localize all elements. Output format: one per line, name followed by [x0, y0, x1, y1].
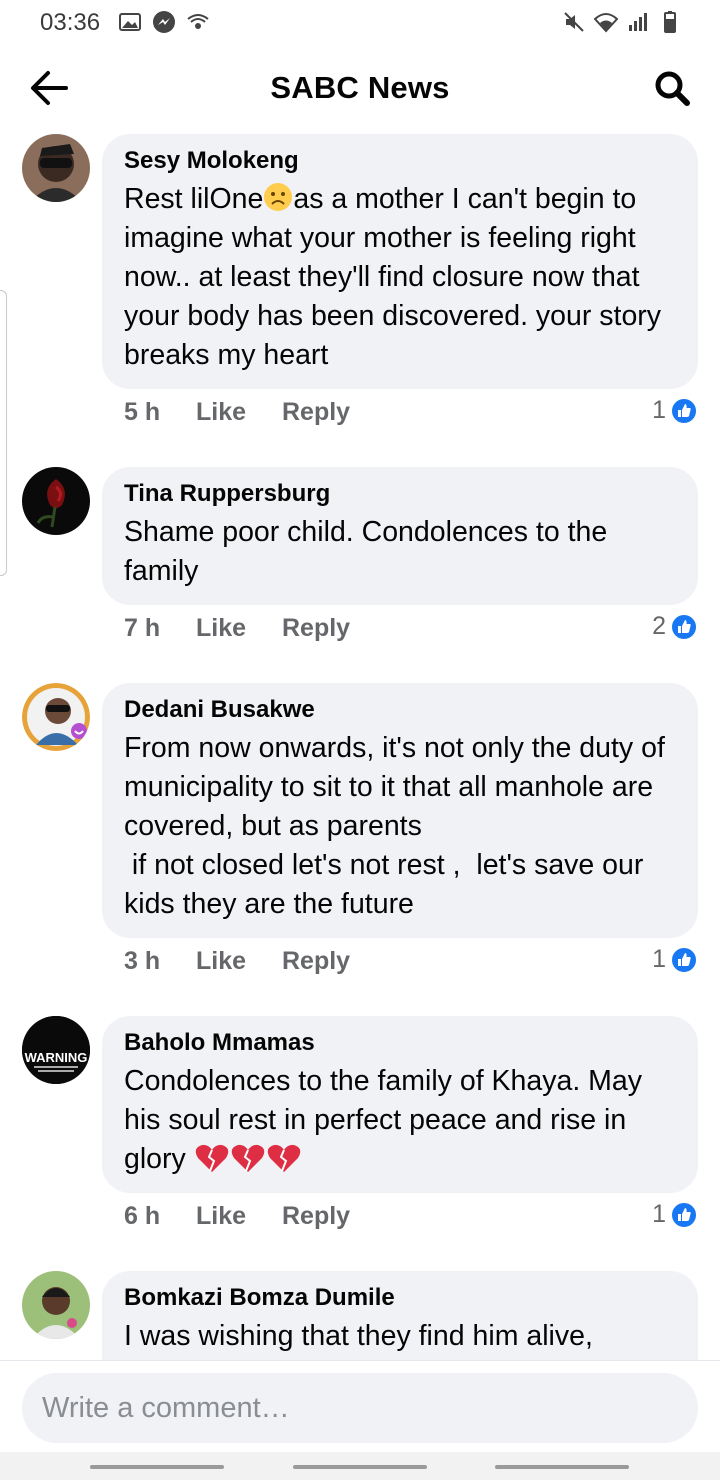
broken-heart-icon — [231, 1144, 264, 1172]
avatar[interactable] — [22, 683, 90, 751]
reaction-count: 1 — [652, 1200, 666, 1228]
comment-input[interactable] — [22, 1373, 698, 1443]
reply-button[interactable]: Reply — [282, 614, 350, 643]
nav-home[interactable] — [293, 1465, 427, 1469]
reaction-summary[interactable]: 1 — [652, 945, 698, 974]
thumbs-up-icon — [670, 1200, 698, 1229]
like-button[interactable]: Like — [196, 398, 282, 427]
wifi-calling-icon — [187, 14, 209, 29]
thumbs-up-icon — [670, 612, 698, 641]
like-button[interactable]: Like — [196, 614, 282, 643]
avatar[interactable] — [22, 134, 90, 202]
comment-actions: 6 h Like Reply — [124, 1202, 350, 1231]
reaction-summary[interactable]: 1 — [652, 1200, 698, 1229]
messenger-icon — [153, 11, 175, 33]
broken-heart-icon — [267, 1144, 300, 1172]
app-header: SABC News — [0, 56, 720, 120]
comment-author[interactable]: Tina Ruppersburg — [124, 481, 678, 507]
mute-icon — [564, 12, 584, 32]
reply-button[interactable]: Reply — [282, 1202, 350, 1231]
comment-bubble[interactable]: Baholo Mmamas Condolences to the family … — [102, 1016, 698, 1193]
comment-actions: 5 h Like Reply — [124, 398, 350, 427]
gallery-icon — [119, 13, 141, 31]
avatar[interactable] — [22, 467, 90, 535]
like-button[interactable]: Like — [196, 947, 282, 976]
sad-face-emoji-icon — [264, 183, 293, 211]
comment-composer — [0, 1360, 720, 1452]
comment-bubble[interactable]: Dedani Busakwe From now onwards, it's no… — [102, 683, 698, 938]
system-nav-bar — [0, 1452, 720, 1480]
comment-actions: 7 h Like Reply — [124, 614, 350, 643]
comment-bubble[interactable]: Bomkazi Bomza Dumile I was wishing that … — [102, 1271, 698, 1360]
page-title: SABC News — [270, 70, 450, 105]
thumbs-up-icon — [670, 945, 698, 974]
reaction-summary[interactable]: 1 — [652, 396, 698, 425]
reaction-count: 1 — [652, 945, 666, 973]
comment-text: Condolences to the family of Khaya. May … — [124, 1065, 650, 1175]
comment-text: From now onwards, it's not only the duty… — [124, 732, 665, 920]
comment-item: Bomkazi Bomza Dumile I was wishing that … — [0, 1271, 720, 1360]
reaction-count: 2 — [652, 612, 666, 640]
signal-icon — [629, 13, 647, 31]
reaction-summary[interactable]: 2 — [652, 612, 698, 641]
comment-author[interactable]: Baholo Mmamas — [124, 1030, 678, 1056]
search-icon — [655, 71, 690, 106]
wifi-icon — [594, 13, 618, 33]
battery-icon — [664, 11, 676, 33]
comment-text: Rest lilOne as a mother I can't begin to … — [124, 183, 669, 371]
comment-time[interactable]: 5 h — [124, 398, 196, 427]
reply-button[interactable]: Reply — [282, 398, 350, 427]
comment-bubble[interactable]: Sesy Molokeng Rest lilOne as a mother I c… — [102, 134, 698, 389]
comment-bubble[interactable]: Tina Ruppersburg Shame poor child. Condo… — [102, 467, 698, 605]
search-button[interactable] — [652, 68, 692, 108]
like-button[interactable]: Like — [196, 1202, 282, 1231]
status-time: 03:36 — [40, 9, 101, 36]
comment-time[interactable]: 7 h — [124, 614, 196, 643]
comment-text: I was wishing that they find him alive, — [124, 1320, 593, 1352]
thumbs-up-icon — [670, 396, 698, 425]
side-drawer-handle[interactable] — [0, 290, 7, 576]
nav-back[interactable] — [495, 1465, 629, 1469]
reaction-count: 1 — [652, 396, 666, 424]
broken-heart-icon — [195, 1144, 228, 1172]
comment-author[interactable]: Sesy Molokeng — [124, 148, 678, 174]
avatar[interactable]: WARNING — [22, 1016, 90, 1084]
nav-recents[interactable] — [90, 1465, 224, 1469]
comment-text: Shame poor child. Condolences to the fam… — [124, 516, 616, 587]
comment-actions: 3 h Like Reply — [124, 947, 350, 976]
comment-time[interactable]: 3 h — [124, 947, 196, 976]
status-bar: 03:36 — [0, 0, 720, 44]
comment-author[interactable]: Bomkazi Bomza Dumile — [124, 1285, 678, 1311]
comment-author[interactable]: Dedani Busakwe — [124, 697, 678, 723]
comment-time[interactable]: 6 h — [124, 1202, 196, 1231]
avatar[interactable] — [22, 1271, 90, 1339]
avatar-warning-text: WARNING — [25, 1050, 88, 1065]
reply-button[interactable]: Reply — [282, 947, 350, 976]
